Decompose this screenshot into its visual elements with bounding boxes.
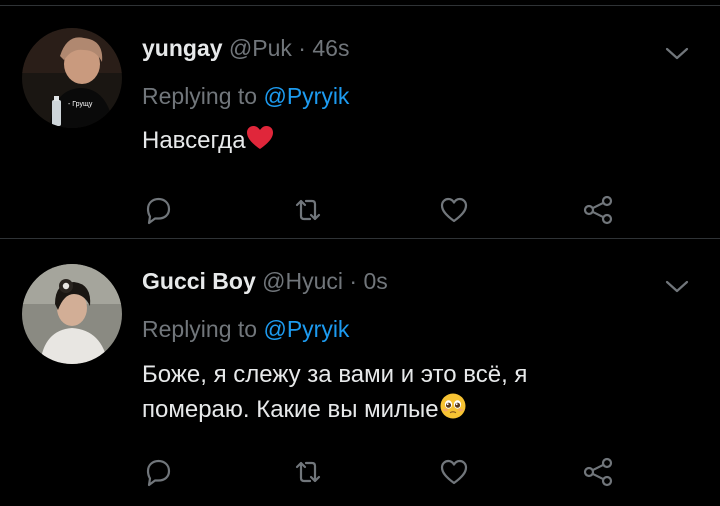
share-icon[interactable] bbox=[578, 190, 618, 230]
timestamp[interactable]: 46s bbox=[312, 35, 349, 61]
like-icon[interactable] bbox=[434, 452, 474, 492]
retweet-icon[interactable] bbox=[288, 190, 328, 230]
like-icon[interactable] bbox=[434, 190, 474, 230]
reply-icon[interactable] bbox=[138, 190, 178, 230]
tweet[interactable]: - Грущу yungay @Puk · 46s Replying to @P… bbox=[0, 6, 720, 238]
tweet-header: yungay @Puk · 46s bbox=[142, 34, 349, 62]
tweet-text-line: помераю. Какие вы милые bbox=[142, 396, 439, 423]
timestamp[interactable]: 0s bbox=[363, 268, 387, 294]
tweet-header: Gucci Boy @Hyuci · 0s bbox=[142, 267, 388, 295]
tweet-text-content: Навсегда bbox=[142, 127, 246, 154]
tweet-text: Навсегда bbox=[142, 124, 662, 161]
red-heart-emoji bbox=[246, 125, 274, 161]
avatar[interactable]: - Грущу bbox=[22, 28, 122, 128]
tweet-text-line: Боже, я слежу за вами и это всё, я bbox=[142, 361, 528, 388]
display-name[interactable]: yungay bbox=[142, 35, 223, 61]
replying-to: Replying to @Pyryik bbox=[142, 315, 349, 343]
reply-handle-link[interactable]: @Pyryik bbox=[263, 83, 349, 109]
replying-to: Replying to @Pyryik bbox=[142, 82, 349, 110]
avatar-caption: - Грущу bbox=[68, 101, 93, 108]
reply-handle-link[interactable]: @Pyryik bbox=[263, 316, 349, 342]
avatar[interactable] bbox=[22, 264, 122, 364]
reply-icon[interactable] bbox=[138, 452, 178, 492]
replying-to-label: Replying to bbox=[142, 83, 258, 109]
display-name[interactable]: Gucci Boy bbox=[142, 268, 256, 294]
handle[interactable]: @Puk bbox=[229, 35, 292, 61]
handle[interactable]: @Hyuci bbox=[262, 268, 343, 294]
tweet-actions bbox=[0, 190, 720, 230]
tweet-text-line-2: помераю. Какие вы милые bbox=[142, 392, 662, 430]
replying-to-label: Replying to bbox=[142, 316, 258, 342]
tweet-text: Боже, я слежу за вами и это всё, я помер… bbox=[142, 358, 662, 430]
chevron-down-icon[interactable] bbox=[660, 36, 694, 70]
chevron-down-icon[interactable] bbox=[660, 269, 694, 303]
tweet-actions bbox=[0, 452, 720, 492]
separator-dot: · bbox=[349, 268, 358, 294]
retweet-icon[interactable] bbox=[288, 452, 328, 492]
tweet[interactable]: Gucci Boy @Hyuci · 0s Replying to @Pyryi… bbox=[0, 239, 720, 506]
separator-dot: · bbox=[298, 35, 306, 61]
pleading-face-emoji bbox=[439, 392, 467, 430]
share-icon[interactable] bbox=[578, 452, 618, 492]
